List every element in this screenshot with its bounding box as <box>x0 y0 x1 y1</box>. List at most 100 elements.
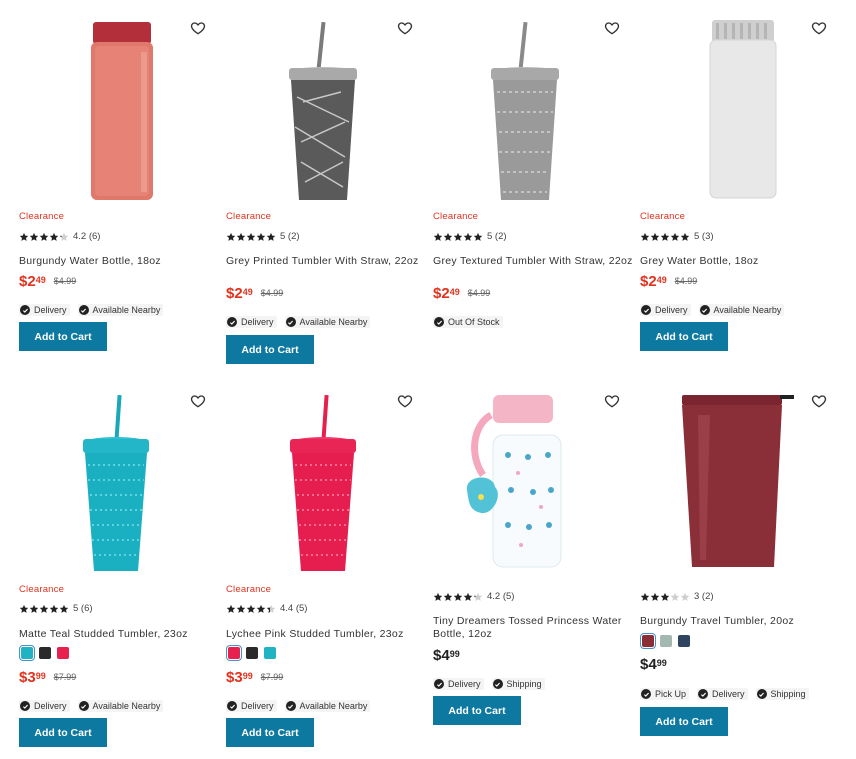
product-image[interactable] <box>83 22 163 202</box>
check-icon <box>285 317 296 327</box>
fulfillment-badge: Available Nearby <box>698 304 785 316</box>
check-icon <box>756 689 767 699</box>
color-swatch[interactable] <box>225 644 243 662</box>
color-swatch[interactable] <box>57 647 69 659</box>
product-name[interactable]: Grey Water Bottle, 18oz <box>640 255 840 268</box>
star-rating[interactable]: 4.2 (5) <box>433 591 514 602</box>
star-icon <box>433 592 443 602</box>
wishlist-heart-icon[interactable] <box>397 20 413 36</box>
price: $499 <box>640 657 667 672</box>
original-price: $4.99 <box>674 276 698 286</box>
product-card[interactable]: Clearance 5 (6) Matte Teal Studded Tumbler… <box>18 385 219 759</box>
fulfillment-badge: Delivery <box>697 688 748 700</box>
product-image[interactable] <box>283 395 363 575</box>
product-card[interactable]: 3 (2) Burgundy Travel Tumbler, 20oz $499 Pi… <box>639 385 840 759</box>
product-image[interactable] <box>485 22 565 202</box>
star-icon <box>246 232 256 242</box>
product-card[interactable]: Clearance 4.4 (5) Lychee Pink Studded Tumb… <box>225 385 426 759</box>
product-name[interactable]: Lychee Pink Studded Tumbler, 23oz <box>226 628 426 641</box>
price-cents: 49 <box>656 275 667 285</box>
color-swatch[interactable] <box>678 635 690 647</box>
price-cents: 49 <box>449 287 460 297</box>
product-image[interactable] <box>678 395 798 570</box>
product-card[interactable]: Clearance 5 (3) Grey Water Bottle, 18oz $24… <box>640 0 840 380</box>
price: $399 $7.99 <box>19 670 76 685</box>
star-icon <box>650 232 660 242</box>
star-rating[interactable]: 5 (6) <box>19 603 93 614</box>
star-icon <box>246 604 256 614</box>
color-swatch[interactable] <box>39 647 51 659</box>
add-to-cart-button[interactable]: Add to Cart <box>19 322 107 351</box>
add-to-cart-button[interactable]: Add to Cart <box>433 696 521 725</box>
product-name[interactable]: Grey Printed Tumbler With Straw, 22oz <box>226 255 426 268</box>
wishlist-heart-icon[interactable] <box>190 393 206 409</box>
star-rating[interactable]: 5 (2) <box>226 231 300 242</box>
product-name[interactable]: Burgundy Water Bottle, 18oz <box>19 255 219 268</box>
wishlist-heart-icon[interactable] <box>811 393 827 409</box>
fulfillment-badges: Out Of Stock <box>433 316 503 328</box>
color-swatch[interactable] <box>639 632 657 650</box>
add-to-cart-button[interactable]: Add to Cart <box>640 322 728 351</box>
product-name[interactable]: Matte Teal Studded Tumbler, 23oz <box>19 628 219 641</box>
star-rating[interactable]: 5 (3) <box>640 231 714 242</box>
product-name[interactable]: Burgundy Travel Tumbler, 20oz <box>640 615 840 628</box>
star-icon <box>49 604 59 614</box>
rating-count: 4.2 (5) <box>487 591 515 602</box>
add-to-cart-button[interactable]: Add to Cart <box>19 718 107 747</box>
star-icon <box>463 592 473 602</box>
product-name[interactable]: Grey Textured Tumbler With Straw, 22oz <box>433 255 633 268</box>
stars <box>19 604 69 614</box>
badge-label: Delivery <box>241 701 274 711</box>
color-swatches <box>639 632 690 650</box>
wishlist-heart-icon[interactable] <box>604 393 620 409</box>
wishlist-heart-icon[interactable] <box>190 20 206 36</box>
color-swatch[interactable] <box>660 635 672 647</box>
stars <box>226 604 276 614</box>
current-price: $499 <box>433 648 460 663</box>
add-to-cart-button[interactable]: Add to Cart <box>226 718 314 747</box>
check-icon <box>434 317 444 327</box>
star-icon <box>19 232 29 242</box>
current-price: $249 <box>19 274 46 289</box>
product-card[interactable]: 4.2 (5) Tiny Dreamers Tossed Princess Wat… <box>433 385 633 759</box>
star-rating[interactable]: 5 (2) <box>433 231 507 242</box>
color-swatch[interactable] <box>246 647 258 659</box>
product-image[interactable] <box>463 395 573 570</box>
badge-label: Delivery <box>448 679 481 689</box>
product-card[interactable]: Clearance 4.2 (6) Burgundy Water Bottle, 1… <box>19 0 219 380</box>
price-cents: 49 <box>242 287 253 297</box>
star-icon <box>640 592 650 602</box>
product-name[interactable]: Tiny Dreamers Tossed Princess Water Bott… <box>433 615 633 641</box>
fulfillment-badge: Delivery <box>19 304 70 316</box>
rating-count: 5 (2) <box>487 231 507 242</box>
add-to-cart-button[interactable]: Add to Cart <box>226 335 314 364</box>
fulfillment-badges: Delivery Available Nearby <box>19 304 164 316</box>
star-rating[interactable]: 4.2 (6) <box>19 231 100 242</box>
product-image[interactable] <box>283 22 363 202</box>
check-icon <box>78 701 89 711</box>
product-image[interactable] <box>704 20 784 200</box>
star-icon <box>256 232 266 242</box>
wishlist-heart-icon[interactable] <box>811 20 827 36</box>
badge-label: Available Nearby <box>92 701 161 711</box>
color-swatch[interactable] <box>264 647 276 659</box>
product-card[interactable]: Clearance 5 (2) Grey Printed Tumbler With … <box>226 0 426 380</box>
price-cents: 49 <box>35 275 46 285</box>
star-rating[interactable]: 3 (2) <box>640 591 714 602</box>
product-card[interactable]: Clearance 5 (2) Grey Textured Tumbler With… <box>433 0 633 380</box>
star-rating[interactable]: 4.4 (5) <box>226 603 307 614</box>
stars <box>19 232 69 242</box>
color-swatch[interactable] <box>18 644 36 662</box>
fulfillment-badge: Delivery <box>226 700 277 712</box>
wishlist-heart-icon[interactable] <box>397 393 413 409</box>
price: $249 $4.99 <box>226 286 283 301</box>
stars <box>640 232 690 242</box>
star-icon <box>640 232 650 242</box>
wishlist-heart-icon[interactable] <box>604 20 620 36</box>
fulfillment-badge: Delivery <box>640 304 691 316</box>
add-to-cart-button[interactable]: Add to Cart <box>640 707 728 736</box>
star-icon <box>453 232 463 242</box>
fulfillment-badge: Out Of Stock <box>433 316 503 328</box>
product-image[interactable] <box>76 395 156 575</box>
price: $249 $4.99 <box>19 274 76 289</box>
